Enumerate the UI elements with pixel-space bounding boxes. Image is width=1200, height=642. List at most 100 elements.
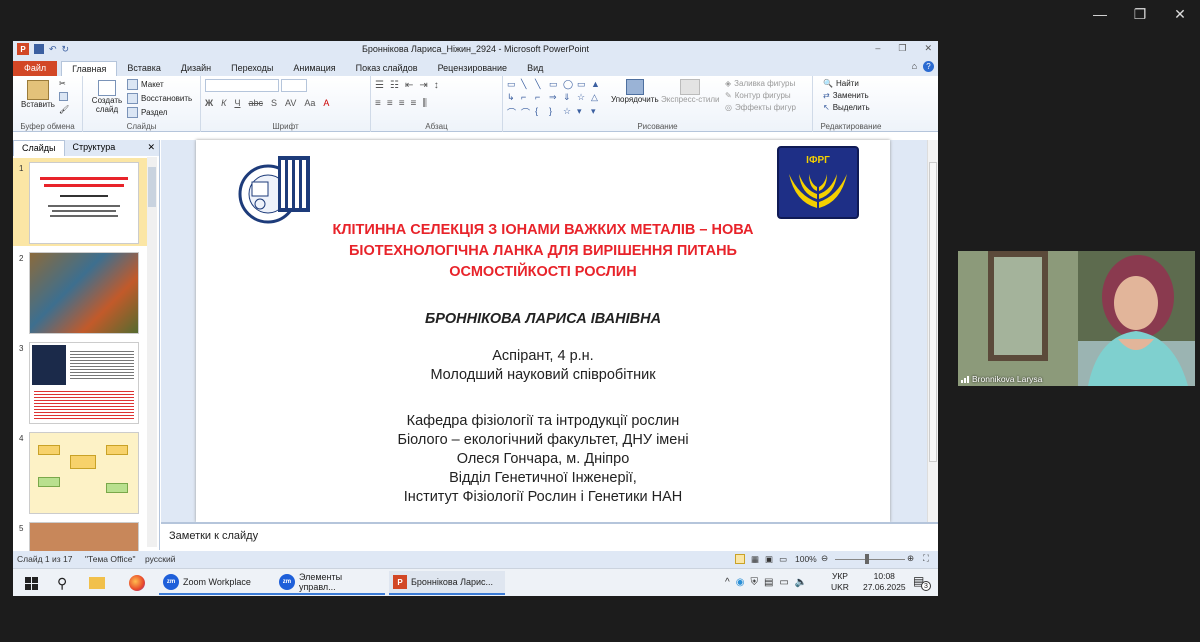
numbering-icon[interactable]: ☷ (390, 80, 399, 91)
bold-icon[interactable]: Ж (205, 98, 213, 108)
justify-icon[interactable]: ≡ (411, 98, 417, 109)
tab-view[interactable]: Вид (517, 61, 553, 76)
columns-icon[interactable]: ⫼ (422, 98, 427, 109)
font-name-select[interactable] (205, 79, 279, 92)
replace-button[interactable]: ⇄ Заменить (823, 91, 870, 100)
align-left-icon[interactable]: ≡ (375, 98, 381, 109)
notifications-button[interactable]: ▤ 3 (913, 574, 931, 591)
slide-thumb-4[interactable] (29, 432, 139, 514)
select-button[interactable]: ↖ Выделить (823, 103, 870, 112)
editor-scrollbar[interactable] (927, 140, 938, 522)
zoom-level[interactable]: 100% (795, 554, 817, 564)
zoom-out-icon[interactable]: ⊖ (821, 553, 828, 564)
taskbar-zoom-controls[interactable]: zm Элементы управл... (275, 571, 385, 595)
shape-outline-button[interactable]: ✎ Контур фигуры (725, 91, 796, 100)
slides-pane-scrollbar[interactable] (147, 157, 157, 547)
tab-outline[interactable]: Структура (65, 140, 124, 156)
tab-slides[interactable]: Слайды (13, 140, 65, 156)
slide-thumb-3[interactable] (29, 342, 139, 424)
ppt-restore-icon[interactable]: ❐ (898, 43, 906, 54)
close-button[interactable]: ✕ (1160, 0, 1200, 28)
thumb-row-1[interactable]: 1 (13, 158, 148, 246)
tab-slideshow[interactable]: Показ слайдов (346, 61, 428, 76)
strike-icon[interactable]: abc (248, 98, 263, 108)
line-spacing-icon[interactable]: ↕ (434, 80, 439, 91)
sorter-view-icon[interactable]: ▦ (751, 554, 759, 565)
video-tile[interactable]: Bronnikova Larysa (958, 251, 1195, 386)
tab-animation[interactable]: Анимация (283, 61, 345, 76)
normal-view-icon[interactable] (735, 554, 745, 564)
thumb-row-3[interactable]: 3 (13, 340, 148, 426)
network-icon[interactable]: ▤ (764, 577, 773, 588)
volume-icon[interactable]: 🔈 (795, 577, 807, 588)
paste-button[interactable]: Вставить (21, 80, 55, 109)
security-icon[interactable]: ⛨ (750, 577, 758, 588)
thumb-row-2[interactable]: 2 (13, 250, 148, 336)
language-switch[interactable]: УКР UKR (831, 571, 849, 593)
clock[interactable]: 10:08 27.06.2025 (863, 571, 906, 593)
bullets-icon[interactable]: ☰ (375, 80, 384, 91)
thumb-row-4[interactable]: 4 (13, 430, 148, 516)
slide-thumb-1[interactable] (29, 162, 139, 244)
zoom-in-icon[interactable]: ⊕ (907, 553, 914, 564)
cut-icon[interactable]: ✂ (59, 79, 69, 88)
fit-window-icon[interactable]: ⛶ (923, 553, 929, 564)
slide-thumb-2[interactable] (29, 252, 139, 334)
copy-icon[interactable] (59, 92, 68, 101)
slide-thumb-5[interactable] (29, 522, 139, 552)
restore-button[interactable]: ❐ (1120, 0, 1160, 28)
indent-icon[interactable]: ⇤ (405, 80, 413, 91)
case-icon[interactable]: Aa (304, 98, 315, 108)
edge-icon[interactable]: ◉ (736, 577, 745, 588)
underline-icon[interactable]: Ч (234, 98, 240, 108)
thumb-row-5[interactable]: 5 (13, 520, 148, 552)
align-center-icon[interactable]: ≡ (387, 98, 393, 109)
font-size-select[interactable] (281, 79, 307, 92)
arrange-button[interactable]: Упорядочить (611, 79, 659, 104)
italic-icon[interactable]: К (221, 98, 226, 108)
tab-insert[interactable]: Вставка (117, 61, 170, 76)
zoom-slider[interactable] (835, 559, 905, 560)
search-button[interactable]: ⚲ (53, 571, 71, 595)
taskbar-zoom-workplace[interactable]: zm Zoom Workplace (159, 571, 277, 595)
align-right-icon[interactable]: ≡ (399, 98, 405, 109)
spacing-icon[interactable]: AV (285, 98, 296, 108)
outdent-icon[interactable]: ⇥ (419, 80, 427, 91)
slide[interactable]: ІФРГ КЛІТИННА СЕЛЕКЦІЯ З ІОНАМИ ВАЖКИХ М… (196, 140, 890, 522)
tab-transitions[interactable]: Переходы (221, 61, 283, 76)
shapes-gallery[interactable]: ▭ ╲ ╲ ▭ ◯ ▭ ▲ ↳ ⌐ ⌐ ⇒ ⇓ ☆ △ ⌒ ⌒{} ☆ ▾ ▾ (507, 79, 603, 119)
quick-styles-button[interactable]: Экспресс-стили (661, 79, 720, 104)
close-pane-icon[interactable]: ✕ (147, 142, 155, 153)
slideshow-view-icon[interactable]: ▭ (779, 554, 787, 565)
section-button[interactable]: Раздел (127, 107, 192, 118)
reset-button[interactable]: Восстановить (127, 93, 192, 104)
ppt-close-icon[interactable]: ✕ (924, 43, 932, 54)
new-slide-button[interactable]: Создать слайд (89, 80, 125, 114)
slides-group-label: Слайды (126, 122, 157, 131)
help-icon[interactable]: ? (923, 61, 934, 72)
chevron-up-icon[interactable]: ^ (725, 577, 730, 588)
shape-fill-button[interactable]: ◈ Заливка фигуры (725, 79, 796, 88)
tab-file[interactable]: Файл (13, 61, 58, 76)
font-color-icon[interactable]: A (323, 98, 329, 108)
layout-button[interactable]: Макет (127, 79, 192, 90)
battery-icon[interactable]: ▭ (779, 577, 788, 588)
format-painter-icon[interactable]: 🖌 (59, 105, 69, 114)
shadow-icon[interactable]: S (271, 98, 277, 108)
taskbar-powerpoint[interactable]: P Броннікова Ларис... (389, 571, 505, 595)
language-indicator[interactable]: русский (145, 554, 176, 564)
firefox-button[interactable] (125, 571, 149, 595)
find-button[interactable]: 🔍 Найти (823, 79, 870, 88)
tab-home[interactable]: Главная (61, 61, 118, 76)
minimize-button[interactable]: — (1080, 0, 1120, 28)
tab-review[interactable]: Рецензирование (428, 61, 518, 76)
shape-effects-button[interactable]: ◎ Эффекты фигур (725, 103, 796, 112)
collapse-ribbon-icon[interactable]: ⌂ (912, 61, 917, 72)
reading-view-icon[interactable]: ▣ (765, 554, 773, 565)
explorer-button[interactable] (85, 571, 109, 595)
zoom-thumb[interactable] (865, 554, 869, 564)
start-button[interactable] (21, 571, 42, 595)
notes-field[interactable]: Заметки к слайду (161, 522, 938, 550)
ppt-minimize-icon[interactable]: – (875, 43, 880, 54)
tab-design[interactable]: Дизайн (171, 61, 221, 76)
